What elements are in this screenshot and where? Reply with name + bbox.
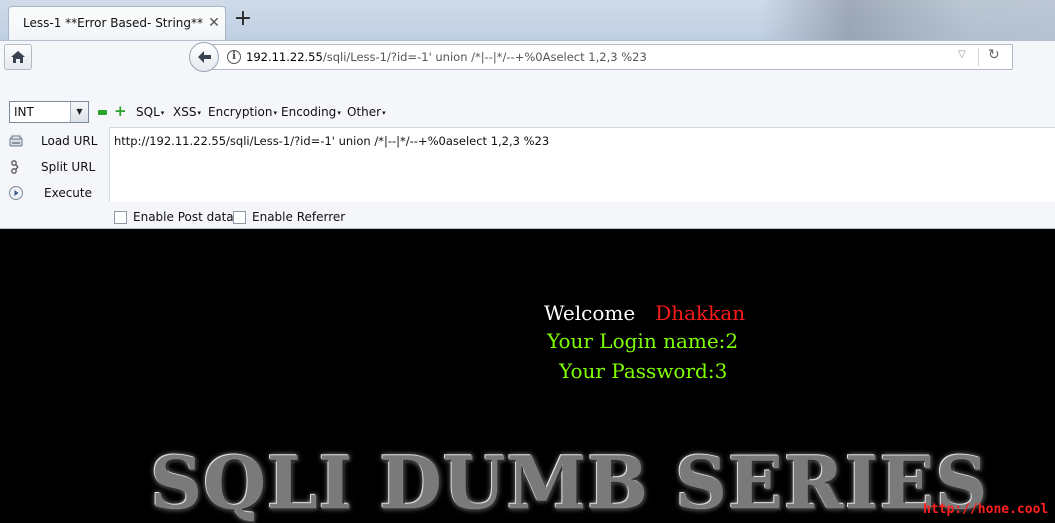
menu-encoding[interactable]: Encoding▾: [281, 105, 341, 119]
dropdown-icon[interactable]: ▽: [958, 49, 966, 60]
back-arrow-icon: [198, 51, 211, 63]
minus-icon[interactable]: [98, 110, 107, 115]
new-tab-icon[interactable]: +: [232, 8, 254, 30]
play-icon: [9, 186, 23, 200]
home-icon: [11, 51, 25, 63]
welcome-text: Welcome: [544, 301, 636, 325]
menu-sql[interactable]: SQL▾: [136, 105, 164, 119]
caret-icon: ▾: [160, 108, 165, 117]
execute-label: Execute: [44, 186, 92, 200]
tab-strip: Less-1 **Error Based- String** ✕ +: [0, 0, 1055, 40]
login-name-text: Your Login name:2: [547, 329, 739, 353]
load-url-label: Load URL: [41, 134, 98, 148]
url-path: /sqli/Less-1/?id=-1' union /*|--|*/--+%0…: [322, 50, 647, 64]
close-tab-icon[interactable]: ✕: [206, 15, 222, 31]
back-button[interactable]: [189, 42, 219, 72]
hackbar-url-textarea[interactable]: http://192.11.22.55/sqli/Less-1/?id=-1' …: [109, 127, 1055, 202]
chevron-down-icon: ▼: [70, 102, 88, 122]
enable-post-checkbox[interactable]: Enable Post data: [114, 210, 234, 226]
hackbar: INT ▼ + SQL▾ XSS▾ Encryption▾ Encoding▾ …: [0, 97, 1055, 229]
watermark-text: http://hone.cool: [923, 502, 1049, 517]
menu-encryption[interactable]: Encryption▾: [208, 105, 277, 119]
caret-icon: ▾: [337, 108, 341, 117]
toolbar-spacer: [0, 73, 1055, 97]
url-text[interactable]: 192.11.22.55/sqli/Less-1/?id=-1' union /…: [246, 50, 647, 64]
url-bar[interactable]: i 192.11.22.55/sqli/Less-1/?id=-1' union…: [205, 44, 1013, 70]
url-host: 192.11.22.55: [246, 50, 323, 64]
enable-referrer-checkbox[interactable]: Enable Referrer: [233, 210, 345, 226]
checkbox-box[interactable]: [233, 211, 246, 224]
divider: [978, 48, 979, 66]
scissors-icon: [11, 160, 19, 174]
type-select-value: INT: [14, 105, 34, 119]
split-url-label: Split URL: [41, 160, 96, 174]
menu-encoding-label: Encoding: [281, 105, 337, 119]
menu-other-label: Other: [347, 105, 382, 119]
hackbar-url-value: http://192.11.22.55/sqli/Less-1/?id=-1' …: [114, 134, 550, 148]
checkbox-box[interactable]: [114, 211, 127, 224]
browser-tab[interactable]: Less-1 **Error Based- String** ✕: [8, 6, 226, 40]
page-content: Welcome Dhakkan Your Login name:2 Your Pa…: [0, 229, 1055, 523]
window-shade: [760, 0, 1055, 40]
caret-icon: ▾: [197, 108, 201, 117]
type-select[interactable]: INT ▼: [9, 101, 89, 123]
plus-icon[interactable]: +: [114, 104, 127, 119]
enable-post-label: Enable Post data: [133, 210, 234, 224]
navigation-bar: i 192.11.22.55/sqli/Less-1/?id=-1' union…: [0, 40, 1055, 73]
tab-title: Less-1 **Error Based- String**: [23, 16, 203, 30]
info-icon[interactable]: i: [227, 50, 241, 64]
reload-icon[interactable]: ↻: [988, 47, 1000, 63]
menu-xss-label: XSS: [173, 105, 197, 119]
split-url-button[interactable]: Split URL: [6, 157, 106, 179]
execute-button[interactable]: Execute: [6, 183, 106, 205]
load-url-icon: [9, 135, 23, 147]
welcome-line: Welcome Dhakkan: [544, 301, 745, 325]
password-text: Your Password:3: [559, 359, 728, 383]
caret-icon: ▾: [273, 108, 277, 117]
sqli-dumb-series-banner: SQLI DUMB SERIES: [150, 440, 989, 523]
load-url-button[interactable]: Load URL: [6, 131, 106, 153]
menu-encryption-label: Encryption: [208, 105, 273, 119]
caret-icon: ▾: [382, 108, 386, 117]
menu-other[interactable]: Other▾: [347, 105, 386, 119]
home-button[interactable]: [4, 44, 32, 70]
enable-referrer-label: Enable Referrer: [252, 210, 346, 224]
menu-sql-label: SQL: [136, 105, 160, 119]
menu-xss[interactable]: XSS▾: [173, 105, 201, 119]
username-text: Dhakkan: [655, 301, 746, 325]
